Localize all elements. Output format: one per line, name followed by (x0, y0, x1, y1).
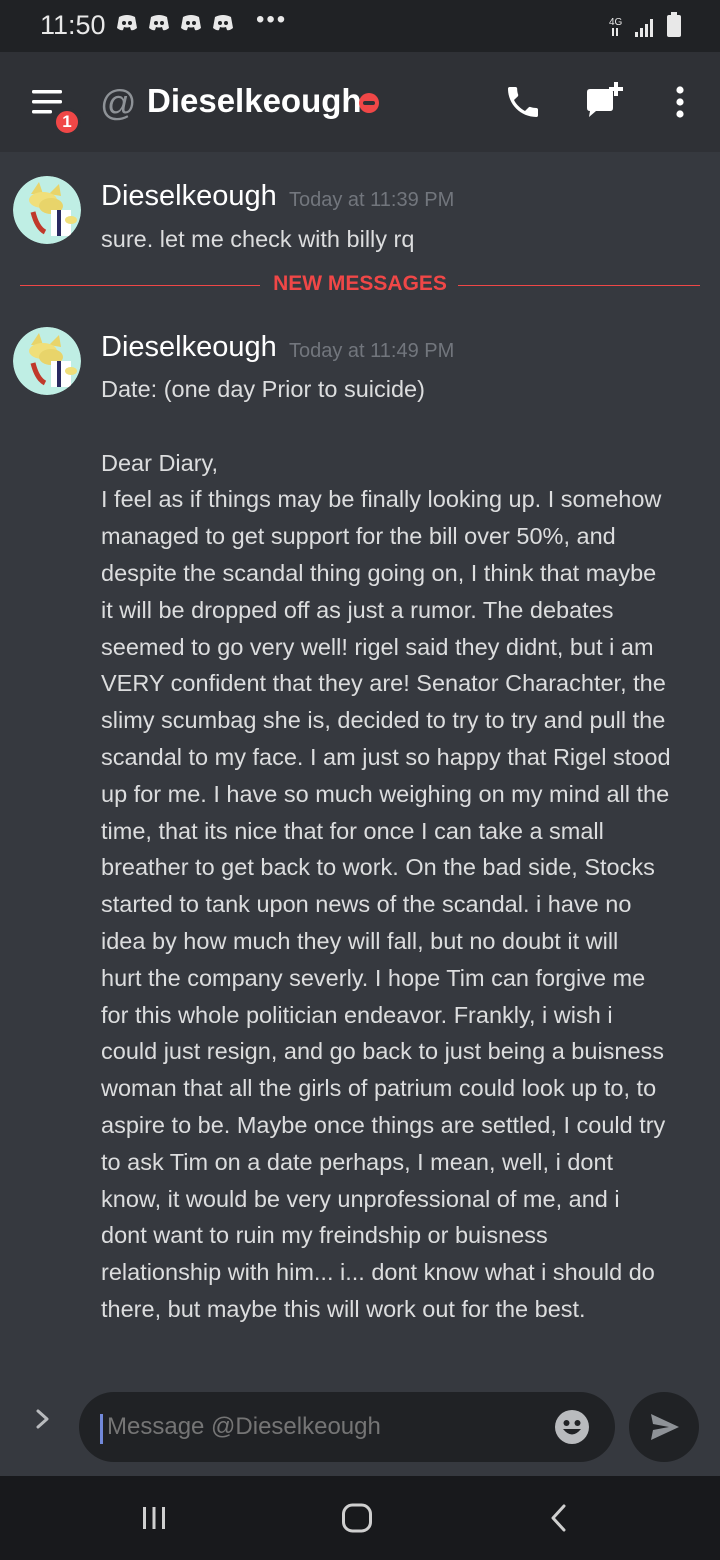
message-line: up for me. I have so much weighing on my… (101, 780, 670, 807)
message-line: VERY confident that they are! Senator Ch… (101, 670, 666, 697)
discord-icon (180, 14, 202, 32)
expand-button[interactable] (30, 1404, 56, 1434)
message-line: hurt the company severly. I hope Tim can… (101, 964, 646, 991)
recent-apps-icon (143, 1507, 165, 1529)
message-line: slimy scumbag she is, decided to try to … (101, 707, 666, 734)
pony-avatar-icon (13, 176, 81, 244)
battery-icon (666, 12, 682, 43)
message-line: Dear Diary, (101, 449, 219, 476)
new-messages-label: NEW MESSAGES (273, 272, 447, 295)
page-title: Dieselkeough (147, 82, 362, 119)
emoji-icon (555, 1410, 589, 1444)
home-button[interactable] (337, 1502, 377, 1534)
message-author[interactable]: Dieselkeough (101, 180, 277, 213)
message-line: breather to get back to work. On the bad… (101, 854, 655, 881)
status-bar: 11:50 ••• 4G (0, 0, 720, 52)
message-line: started to tank upon news of the scandal… (101, 891, 632, 918)
message-line: idea by how much they will fall, but no … (101, 927, 619, 954)
message-line: dont want to ruin my freindship or buisn… (101, 1222, 548, 1249)
message-text: Date: (one day Prior to suicide) Dear Di… (101, 371, 701, 1328)
status-time: 11:50 (40, 10, 106, 40)
dnd-status-icon (359, 93, 379, 113)
more-notifications-icon: ••• (256, 6, 288, 33)
message-line: Date: (one day Prior to suicide) (101, 376, 425, 402)
message-line: could just resign, and go back to just b… (101, 1038, 665, 1065)
message-line: aspire to be. Maybe once things are sett… (101, 1111, 666, 1138)
system-nav-bar (0, 1476, 720, 1560)
svg-text:4G: 4G (609, 17, 623, 28)
back-icon (551, 1504, 566, 1532)
system-icons: 4G (608, 12, 682, 43)
message-author[interactable]: Dieselkeough (101, 331, 277, 364)
send-icon (651, 1414, 679, 1440)
message-line: managed to get support for the bill over… (101, 523, 616, 550)
message-composer (0, 1380, 720, 1476)
new-messages-divider: NEW MESSAGES (20, 272, 700, 298)
avatar[interactable] (13, 176, 81, 244)
discord-icon (148, 14, 170, 32)
chevron-right-icon (36, 1409, 49, 1429)
message-line: it will be dropped off as just a rumor. … (101, 596, 614, 623)
avatar[interactable] (13, 327, 81, 395)
back-button[interactable] (540, 1502, 580, 1534)
message-line: relationship with him... i... dont know … (101, 1259, 655, 1286)
message-text: sure. let me check with billy rq (101, 221, 701, 258)
phone-icon (508, 87, 538, 117)
message-line: scandal to my face. I am just so happy t… (101, 743, 671, 770)
wifi-icon: 4G (608, 14, 626, 43)
discord-icon (212, 14, 234, 32)
home-icon (342, 1503, 372, 1533)
emoji-button[interactable] (555, 1410, 589, 1444)
more-options-button[interactable] (660, 82, 700, 122)
more-vertical-icon (676, 86, 684, 118)
message-line: for this whole politician endeavor. Fran… (101, 1001, 613, 1028)
message-line: despite the scandal thing going on, I th… (101, 559, 657, 586)
message-line (101, 408, 701, 445)
message-timestamp: Today at 11:39 PM (289, 189, 455, 211)
message-line: sure. let me check with billy rq (101, 226, 415, 252)
add-dm-icon (587, 82, 623, 117)
message-line: seemed to go very well! rigel said they … (101, 633, 654, 660)
message-line: know, it would be very unprofessional of… (101, 1185, 620, 1212)
notification-icons (116, 14, 234, 32)
channel-header: 1 @ Dieselkeough (0, 52, 720, 152)
message-line: I feel as if things may be finally looki… (101, 486, 662, 513)
send-button[interactable] (629, 1392, 699, 1462)
mention-badge: 1 (53, 108, 81, 136)
discord-icon (116, 14, 138, 32)
signal-icon (634, 16, 658, 43)
message-timestamp: Today at 11:49 PM (289, 340, 455, 362)
message-input-container[interactable] (79, 1392, 615, 1462)
message-line: there, but maybe this will work out for … (101, 1295, 586, 1322)
add-dm-button[interactable] (584, 82, 624, 122)
call-button[interactable] (503, 82, 543, 122)
pony-avatar-icon (13, 327, 81, 395)
message-line: time, that its nice that for once I can … (101, 817, 604, 844)
message-input[interactable] (105, 1412, 529, 1442)
text-cursor (100, 1414, 103, 1444)
message-line: woman that all the girls of patrium coul… (101, 1075, 657, 1102)
at-icon: @ (100, 82, 137, 123)
recent-apps-button[interactable] (134, 1502, 174, 1534)
message-line: to ask Tim on a date perhaps, I mean, we… (101, 1148, 614, 1175)
